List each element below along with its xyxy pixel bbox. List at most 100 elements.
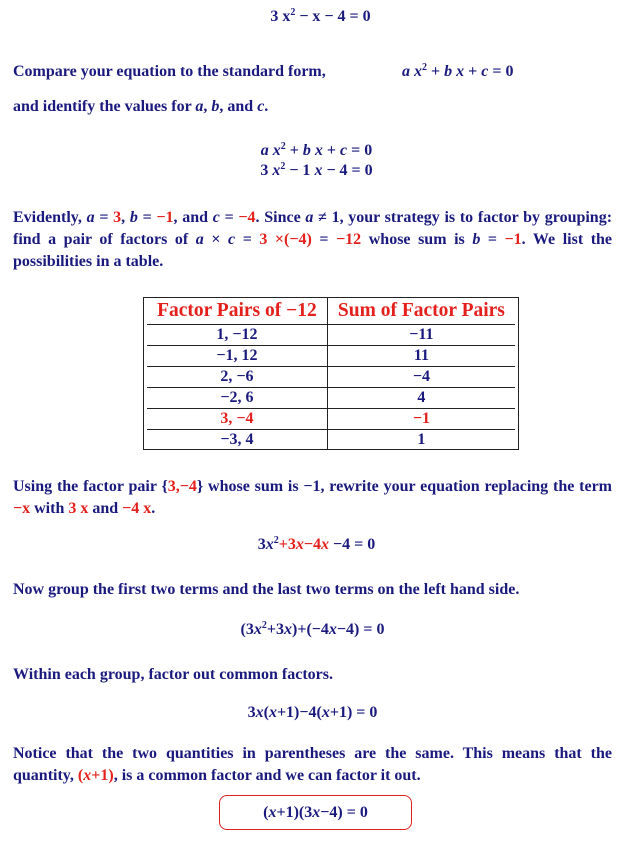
text-segment: 3 ×(−4): [259, 231, 312, 248]
text-segment: +: [427, 63, 445, 80]
sum-cell: 11: [327, 345, 515, 367]
text-segment: − 1: [285, 162, 315, 179]
text-segment: x: [284, 621, 292, 638]
text-segment: − x − 4 = 0: [295, 8, 371, 25]
factor-pair-cell: 1, −12: [147, 324, 328, 346]
text-segment: +: [464, 63, 482, 80]
sum-cell: −4: [327, 366, 515, 388]
table-row: −1, 12 11: [147, 345, 515, 367]
factor-pair-cell: 2, −6: [147, 366, 328, 388]
text-segment: x: [328, 621, 337, 638]
grouped-equation: (3x2+3x)+(−4x−4) = 0: [0, 621, 633, 639]
group-text: Now group the first two terms and the la…: [13, 581, 519, 599]
text-segment: 3 x: [270, 8, 291, 25]
text-segment: − 4 = 0: [322, 162, 373, 179]
table-row: −2, 64: [147, 387, 515, 409]
text-segment: x: [255, 704, 264, 721]
factor-pair-cell: −2, 6: [147, 387, 328, 409]
text-segment: −1: [504, 231, 522, 248]
evidently-paragraph: Evidently, a = 3, b = −1, and c = −4. Si…: [13, 207, 612, 273]
text-segment: 3: [260, 162, 273, 179]
text-segment: −4: [303, 536, 321, 553]
text-segment: ,: [121, 209, 130, 226]
text-segment: and identify the values for: [13, 98, 196, 115]
general-equation: a x2 + b x + c = 0: [0, 142, 637, 160]
text-segment: x: [321, 536, 329, 553]
factor-pairs-table: Factor Pairs of −12 Sum of Factor Pairs …: [143, 297, 519, 450]
text-segment: b: [302, 142, 311, 159]
text-segment: and: [88, 500, 123, 517]
text-segment: +: [322, 142, 340, 159]
text-segment: +1) = 0: [329, 704, 378, 721]
text-segment: a: [402, 63, 410, 80]
text-segment: b: [129, 209, 138, 226]
text-segment: −12: [336, 231, 362, 248]
text-segment: , and: [219, 98, 258, 115]
final-answer-box: (x+1)(3x−4) = 0: [219, 795, 412, 830]
text-segment: −1: [156, 209, 174, 226]
text-segment: b: [444, 63, 453, 80]
identify-text: and identify the values for a, b, and c.: [13, 98, 268, 116]
text-segment: x: [268, 704, 277, 721]
sum-cell: 1: [417, 431, 426, 448]
within-text: Within each group, factor out common fac…: [13, 666, 333, 684]
text-segment: =: [137, 209, 157, 226]
standard-form-equation: a x2 + b x + c = 0: [402, 63, 513, 81]
text-segment: 3 x: [68, 500, 89, 517]
text-segment: −4 = 0: [329, 536, 376, 553]
text-segment: 3: [113, 209, 122, 226]
text-segment: x: [253, 621, 262, 638]
text-segment: x: [452, 63, 465, 80]
compare-text: Compare your equation to the standard fo…: [13, 63, 326, 81]
factor-pair-cell: 3, −4: [147, 408, 328, 430]
text-segment: −4: [238, 209, 256, 226]
text-segment: x: [295, 536, 304, 553]
text-segment: x: [265, 536, 274, 553]
table-row: 3, −4 −1: [147, 408, 515, 430]
text-segment: . Since: [255, 209, 306, 226]
text-segment: , is a common factor and we can factor i…: [113, 767, 421, 784]
text-segment: with: [30, 500, 69, 517]
text-segment: .: [264, 98, 269, 115]
factor-pair-cell: −1, 12: [147, 345, 328, 367]
text-segment: +3: [278, 536, 296, 553]
text-segment: a: [195, 231, 204, 248]
text-segment: c: [212, 209, 220, 226]
text-segment: 3: [247, 704, 256, 721]
text-segment: =: [235, 231, 260, 248]
table-row: 2, −6 −4: [147, 366, 515, 388]
title-equation: 3 x2 − x − 4 = 0: [0, 8, 641, 26]
table-row: −3, 4 1: [147, 429, 515, 450]
text-segment: x: [310, 142, 323, 159]
specific-equation: 3 x2 − 1 x − 4 = 0: [0, 162, 637, 180]
text-segment: Evidently,: [13, 209, 87, 226]
text-segment: Now group the first two terms and the la…: [13, 581, 520, 598]
text-segment: −4) = 0: [320, 804, 368, 821]
text-segment: +: [285, 142, 303, 159]
text-segment: )+(−4: [292, 621, 329, 638]
text-segment: x: [268, 142, 281, 159]
text-segment: −4 x: [122, 500, 152, 517]
text-segment: .: [151, 500, 156, 517]
text-segment: = 0: [347, 142, 373, 159]
text-segment: +1)−4(: [276, 704, 322, 721]
text-segment: −4) = 0: [336, 621, 385, 638]
text-segment: } whose sum is −1, rewrite your equation…: [196, 478, 613, 495]
text-segment: =: [94, 209, 114, 226]
factored-equation: 3x(x+1)−4(x+1) = 0: [0, 704, 633, 722]
text-segment: 3,−4: [167, 478, 197, 495]
text-segment: Compare your equation to the standard fo…: [13, 63, 326, 80]
text-segment: whose sum is: [361, 231, 473, 248]
text-segment: =: [480, 231, 505, 248]
text-segment: ×: [203, 231, 229, 248]
text-segment: −x: [13, 500, 31, 517]
text-segment: =: [219, 209, 239, 226]
sum-cell: 4: [327, 387, 515, 409]
text-segment: Within each group, factor out common fac…: [13, 666, 333, 683]
using-paragraph: Using the factor pair {3,−4} whose sum i…: [13, 476, 612, 520]
table-row: 1, −12 −11: [147, 324, 515, 346]
notice-paragraph: Notice that the two quantities in parent…: [13, 743, 612, 787]
text-segment: = 0: [488, 63, 514, 80]
text-segment: Using the factor pair {: [13, 478, 168, 495]
text-segment: x: [321, 704, 330, 721]
